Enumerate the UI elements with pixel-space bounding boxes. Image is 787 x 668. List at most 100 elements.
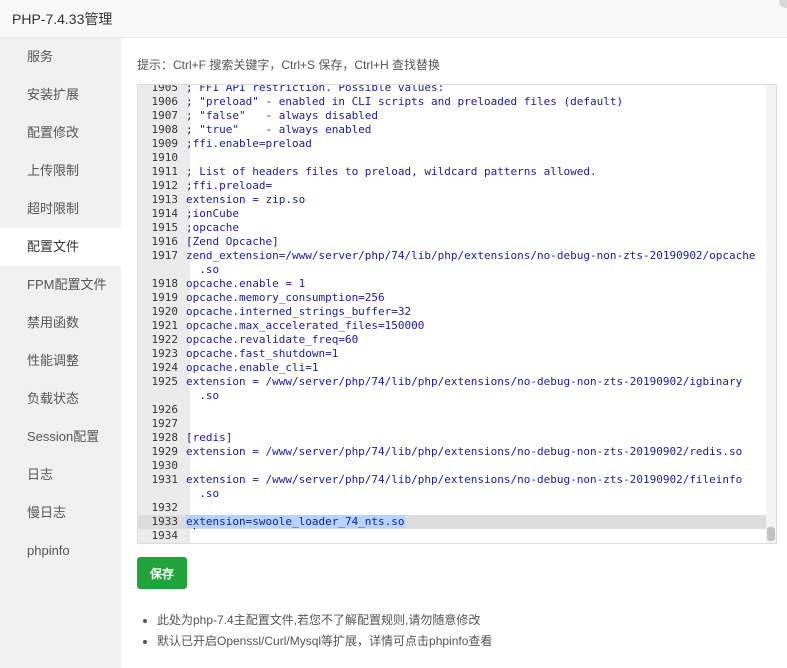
line-text[interactable]: extension=swoole_loader_74_nts.so: [186, 515, 766, 529]
line-text[interactable]: ; List of headers files to preload, wild…: [186, 165, 766, 179]
line-text[interactable]: zend_extension=/www/server/php/74/lib/ph…: [186, 249, 766, 263]
line-text[interactable]: ;opcache: [186, 221, 766, 235]
line-number: 1911: [151, 165, 179, 178]
line-text[interactable]: .so: [186, 263, 766, 277]
save-button[interactable]: 保存: [137, 557, 187, 589]
code-line[interactable]: 1923 opcache.fast_shutdown=1: [138, 347, 766, 361]
line-text[interactable]: [186, 403, 766, 417]
sidebar-item[interactable]: phpinfo: [0, 532, 121, 570]
main-panel: 提示：Ctrl+F 搜索关键字，Ctrl+S 保存，Ctrl+H 查找替换 19…: [121, 38, 787, 668]
line-number: 1905: [151, 84, 179, 94]
code-line[interactable]: 1908 ; "true" - always enabled: [138, 123, 766, 137]
code-line[interactable]: 1924 opcache.enable_cli=1: [138, 361, 766, 375]
close-icon[interactable]: [779, 0, 787, 8]
line-text[interactable]: .so: [186, 389, 766, 403]
line-number: 1923: [151, 347, 179, 360]
line-number: 1918: [151, 277, 179, 290]
sidebar-item[interactable]: 日志: [0, 456, 121, 494]
code-line[interactable]: 1913 extension = zip.so: [138, 193, 766, 207]
line-text[interactable]: [186, 151, 766, 165]
code-line[interactable]: 1910: [138, 151, 766, 165]
code-line[interactable]: 1922 opcache.revalidate_freq=60: [138, 333, 766, 347]
line-text[interactable]: .so: [186, 487, 766, 501]
sidebar-item[interactable]: 服务: [0, 38, 121, 76]
line-text[interactable]: extension = /www/server/php/74/lib/php/e…: [186, 445, 766, 459]
sidebar-item[interactable]: 安装扩展: [0, 76, 121, 114]
line-text[interactable]: ; "false" - always disabled: [186, 109, 766, 123]
shortcut-tip: 提示：Ctrl+F 搜索关键字，Ctrl+S 保存，Ctrl+H 查找替换: [137, 58, 441, 72]
line-number: 1913: [151, 193, 179, 206]
line-text[interactable]: ; "preload" - enabled in CLI scripts and…: [186, 95, 766, 109]
line-text[interactable]: opcache.memory_consumption=256: [186, 291, 766, 305]
editor-scrollbar[interactable]: [766, 85, 776, 543]
code-line[interactable]: 1914 ;ionCube: [138, 207, 766, 221]
line-text[interactable]: [186, 529, 766, 543]
code-line[interactable]: 1911 ; List of headers files to preload, …: [138, 165, 766, 179]
code-line[interactable]: 1934: [138, 529, 766, 543]
line-number: [138, 263, 186, 277]
code-line[interactable]: 1930: [138, 459, 766, 473]
line-text[interactable]: opcache.interned_strings_buffer=32: [186, 305, 766, 319]
code-line[interactable]: 1906 ; "preload" - enabled in CLI scripts…: [138, 95, 766, 109]
line-text[interactable]: ;ffi.preload=: [186, 179, 766, 193]
line-text[interactable]: opcache.max_accelerated_files=150000: [186, 319, 766, 333]
code-line[interactable]: 1927: [138, 417, 766, 431]
sidebar-item[interactable]: Session配置: [0, 418, 121, 456]
line-text[interactable]: [186, 417, 766, 431]
code-line[interactable]: .so: [138, 389, 766, 403]
sidebar-item[interactable]: FPM配置文件: [0, 266, 121, 304]
line-text[interactable]: [redis]: [186, 431, 766, 445]
line-text[interactable]: extension = /www/server/php/74/lib/php/e…: [186, 375, 766, 389]
code-editor[interactable]: 1905 ; FFI API restriction. Possible valu…: [137, 84, 777, 544]
code-line[interactable]: 1925 extension = /www/server/php/74/lib/p…: [138, 375, 766, 389]
line-text[interactable]: [186, 459, 766, 473]
code-line[interactable]: 1919 opcache.memory_consumption=256: [138, 291, 766, 305]
line-text[interactable]: ;ionCube: [186, 207, 766, 221]
line-text[interactable]: ; "true" - always enabled: [186, 123, 766, 137]
line-text[interactable]: extension = zip.so: [186, 193, 766, 207]
code-line[interactable]: 1916 [Zend Opcache]: [138, 235, 766, 249]
code-line[interactable]: 1926: [138, 403, 766, 417]
line-text[interactable]: ; FFI API restriction. Possible values:: [186, 85, 766, 95]
code-line[interactable]: 1929 extension = /www/server/php/74/lib/p…: [138, 445, 766, 459]
sidebar-item[interactable]: 性能调整: [0, 342, 121, 380]
sidebar-item[interactable]: 禁用函数: [0, 304, 121, 342]
line-text[interactable]: opcache.fast_shutdown=1: [186, 347, 766, 361]
code-line[interactable]: 1932: [138, 501, 766, 515]
sidebar-item[interactable]: 上传限制: [0, 152, 121, 190]
note-item: 默认已开启Openssl/Curl/Mysql等扩展，详情可点击phpinfo查…: [157, 631, 492, 652]
line-text[interactable]: extension = /www/server/php/74/lib/php/e…: [186, 473, 766, 487]
code-line[interactable]: 1905 ; FFI API restriction. Possible valu…: [138, 84, 766, 95]
line-number: 1917: [151, 249, 179, 262]
line-text[interactable]: opcache.enable_cli=1: [186, 361, 766, 375]
sidebar-item[interactable]: 负载状态: [0, 380, 121, 418]
selected-text[interactable]: extension=swoole_loader_74_nts.so: [186, 515, 405, 528]
code-line[interactable]: 1917 zend_extension=/www/server/php/74/li…: [138, 249, 766, 263]
line-number: 1933: [151, 515, 179, 528]
sidebar-item[interactable]: 配置文件: [0, 228, 121, 266]
code-line[interactable]: 1921 opcache.max_accelerated_files=150000: [138, 319, 766, 333]
line-text[interactable]: opcache.revalidate_freq=60: [186, 333, 766, 347]
sidebar-item[interactable]: 慢日志: [0, 494, 121, 532]
line-text[interactable]: opcache.enable = 1: [186, 277, 766, 291]
sidebar-menu: 服务 安装扩展 配置修改 上传限制 超时限制 配置文件 FPM配置文件 禁用函数 性能调整 负载状…: [0, 38, 121, 668]
code-line[interactable]: 1931 extension = /www/server/php/74/lib/p…: [138, 473, 766, 487]
code-line[interactable]: 1915 ;opcache: [138, 221, 766, 235]
editor-lines[interactable]: 1905 ; FFI API restriction. Possible valu…: [138, 84, 766, 543]
code-line[interactable]: .so: [138, 487, 766, 501]
code-line[interactable]: 1912 ;ffi.preload=: [138, 179, 766, 193]
code-line[interactable]: 1909 ;ffi.enable=preload: [138, 137, 766, 151]
code-line[interactable]: 1928 [redis]: [138, 431, 766, 445]
code-line[interactable]: 1933 extension=swoole_loader_74_nts.so: [138, 515, 766, 529]
scrollbar-thumb[interactable]: [767, 527, 775, 541]
sidebar-item[interactable]: 超时限制: [0, 190, 121, 228]
code-line[interactable]: .so: [138, 263, 766, 277]
sidebar-item[interactable]: 配置修改: [0, 114, 121, 152]
line-text[interactable]: ;ffi.enable=preload: [186, 137, 766, 151]
code-line[interactable]: 1918 opcache.enable = 1: [138, 277, 766, 291]
line-text[interactable]: [186, 501, 766, 515]
line-number: 1915: [151, 221, 179, 234]
code-line[interactable]: 1907 ; "false" - always disabled: [138, 109, 766, 123]
line-text[interactable]: [Zend Opcache]: [186, 235, 766, 249]
code-line[interactable]: 1920 opcache.interned_strings_buffer=32: [138, 305, 766, 319]
